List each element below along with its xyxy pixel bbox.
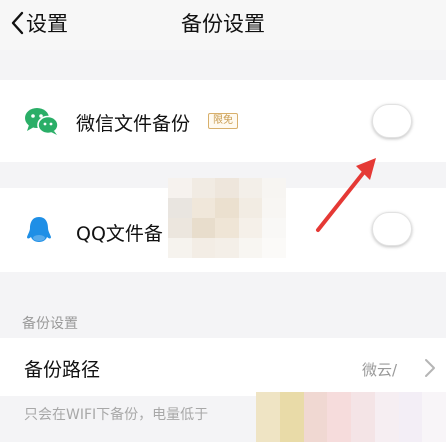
chevron-right-icon <box>425 359 435 377</box>
backup-path-value: 微云/ <box>362 361 398 379</box>
mosaic-blur <box>168 178 286 258</box>
section-header: 备份设置 <box>22 316 78 332</box>
nav-bar: 设置 备份设置 <box>0 0 446 50</box>
backup-note: 只会在WIFI下备份，电量低于 <box>24 407 209 423</box>
backup-path-label: 备份路径 <box>24 359 101 381</box>
wechat-backup-toggle[interactable] <box>372 104 412 138</box>
wechat-icon <box>25 108 59 135</box>
red-arrow-annotation <box>316 158 376 232</box>
qq-backup-label: QQ文件备 <box>76 223 163 245</box>
free-badge: 限免 <box>208 113 238 129</box>
page-title: 备份设置 <box>181 12 265 36</box>
mosaic-blur-bottom <box>256 392 446 442</box>
wechat-backup-label: 微信文件备份 <box>76 113 191 135</box>
backup-path-row[interactable]: 备份路径 微云/ <box>0 338 446 396</box>
qq-penguin-icon <box>27 217 51 242</box>
